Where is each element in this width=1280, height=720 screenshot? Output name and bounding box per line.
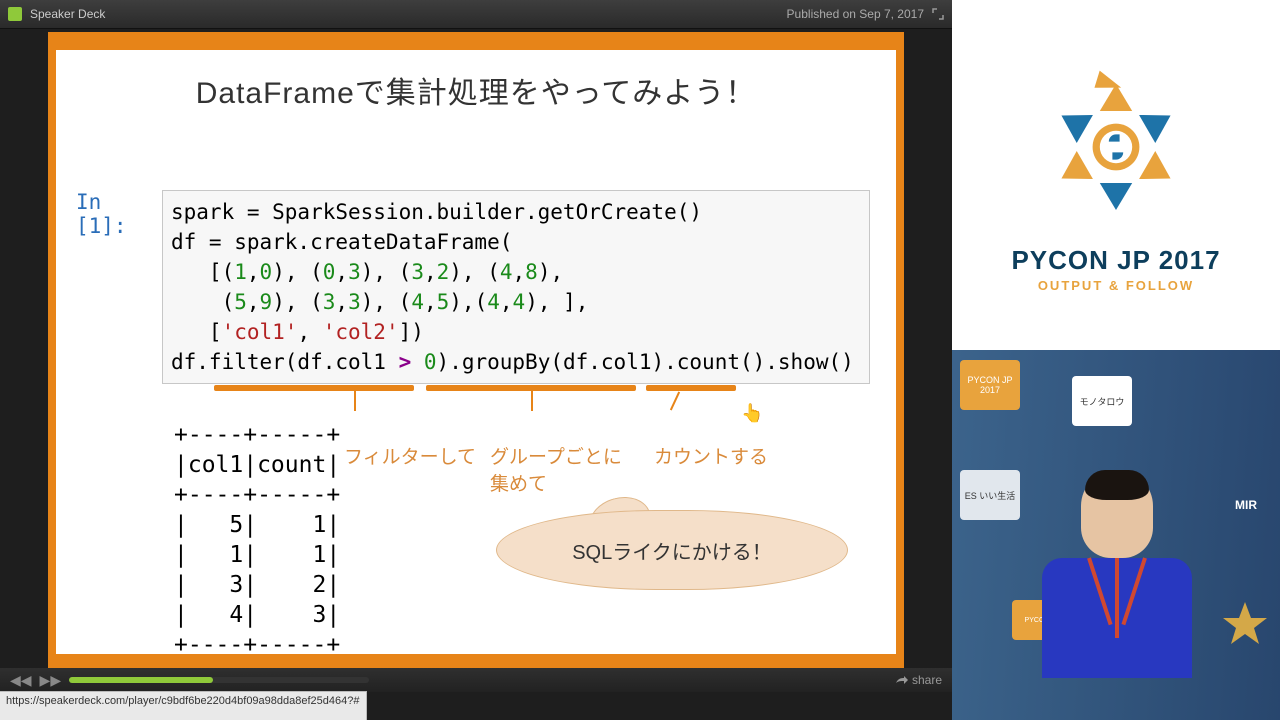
fullscreen-icon[interactable] bbox=[932, 8, 944, 20]
sponsor-badge: MIR bbox=[1216, 480, 1276, 530]
slide-content[interactable]: DataFrameで集計処理をやってみよう！ In [1]:spark = Sp… bbox=[56, 50, 896, 654]
sponsor-badge: ES いい生活 bbox=[960, 470, 1020, 520]
titlebar: Speaker Deck Published on Sep 7, 2017 bbox=[0, 0, 952, 29]
underline-count bbox=[646, 385, 736, 391]
conference-title: PYCON JP 2017 bbox=[1011, 245, 1220, 276]
share-button[interactable]: share bbox=[896, 673, 942, 687]
code-output: +----+-----+ |col1|count| +----+-----+ |… bbox=[174, 420, 340, 660]
slide-frame: DataFrameで集計処理をやってみよう！ In [1]:spark = Sp… bbox=[48, 32, 904, 672]
annot-group: グループごとに集めて bbox=[490, 442, 630, 496]
code-cell: In [1]:spark = SparkSession.builder.getO… bbox=[76, 190, 878, 384]
cursor-hand-icon: 👆 bbox=[741, 403, 763, 424]
prev-button[interactable]: ◀◀ bbox=[10, 672, 32, 689]
speech-bubble: SQLライクにかける！ bbox=[496, 510, 848, 590]
speaker bbox=[1042, 470, 1192, 720]
speaker-bangs bbox=[1085, 470, 1149, 500]
conference-logo-area: PYCON JP 2017 OUTPUT & FOLLOW bbox=[952, 0, 1280, 350]
backdrop-star-icon bbox=[1220, 600, 1270, 650]
pycon-logo-icon bbox=[1026, 57, 1206, 237]
underline-filter bbox=[214, 385, 414, 391]
camera-feed: PYCON JP 2017 モノタロウ ES いい生活 MIR PYCON bbox=[952, 350, 1280, 720]
speaker-shirt bbox=[1042, 558, 1192, 678]
progress-bar[interactable] bbox=[69, 677, 369, 683]
speakerdeck-icon bbox=[8, 7, 22, 21]
speaker-face bbox=[1081, 470, 1153, 558]
progress-fill bbox=[69, 677, 213, 683]
status-url: https://speakerdeck.com/player/c9bdf6be2… bbox=[0, 691, 367, 720]
slide-viewer: Speaker Deck Published on Sep 7, 2017 Da… bbox=[0, 0, 952, 720]
player-controls: ◀◀ ▶▶ share bbox=[0, 668, 952, 692]
published-date: Published on Sep 7, 2017 bbox=[787, 7, 924, 21]
tick-count bbox=[670, 392, 680, 411]
video-panel: PYCON JP 2017 OUTPUT & FOLLOW PYCON JP 2… bbox=[952, 0, 1280, 720]
slide-title: DataFrameで集計処理をやってみよう！ bbox=[56, 50, 896, 112]
jupyter-in-prompt: In [1]: bbox=[76, 190, 162, 238]
sponsor-badge: PYCON JP 2017 bbox=[960, 360, 1020, 410]
tick-filter bbox=[354, 391, 356, 411]
tick-group bbox=[531, 391, 533, 411]
code-block: spark = SparkSession.builder.getOrCreate… bbox=[162, 190, 870, 384]
conference-subtitle: OUTPUT & FOLLOW bbox=[1038, 278, 1194, 293]
annot-filter: フィルターして bbox=[344, 442, 476, 469]
next-button[interactable]: ▶▶ bbox=[40, 672, 62, 689]
site-name: Speaker Deck bbox=[30, 7, 105, 21]
bubble-text: SQLライクにかける！ bbox=[572, 536, 772, 565]
annot-count: カウントする bbox=[654, 442, 768, 469]
sponsor-badge: モノタロウ bbox=[1072, 376, 1132, 426]
lanyard bbox=[1115, 558, 1119, 638]
